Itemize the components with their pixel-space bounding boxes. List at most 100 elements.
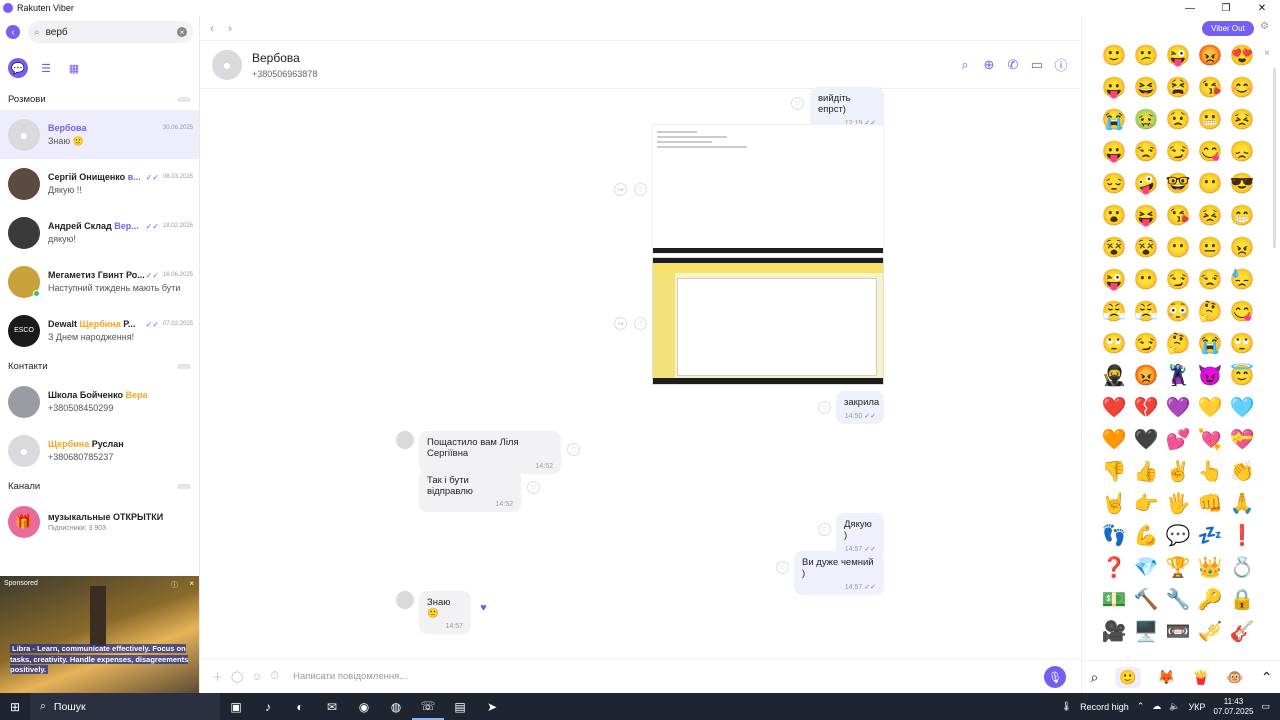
emoji-tab-icon[interactable]: 🙂 [1115, 666, 1141, 688]
emoji-option[interactable]: 🙏 [1226, 492, 1258, 516]
emoji-option[interactable]: 🔑 [1194, 588, 1226, 612]
search-icon[interactable]: ⌕ [958, 57, 972, 72]
emoji-option[interactable]: 💪 [1130, 524, 1162, 548]
like-icon[interactable]: ♡ [818, 523, 831, 536]
section-collapse-toggle[interactable] [177, 363, 191, 369]
emoji-option[interactable]: 😕 [1130, 44, 1162, 68]
emoji-option[interactable]: 👆 [1194, 460, 1226, 484]
emoji-option[interactable]: 😍 [1226, 44, 1258, 68]
emoji-option[interactable]: 🤓 [1162, 172, 1194, 196]
timer-icon[interactable]: ⏱ [271, 670, 280, 683]
emoji-option[interactable]: 😤 [1098, 300, 1130, 324]
emoji-option[interactable]: 😞 [1226, 140, 1258, 164]
chat-list-item[interactable]: ● Вербова 30.06.2025 Знаю 🙂 [0, 110, 199, 159]
message-bubble[interactable]: Ви дуже чемний ) 14:57 ✓✓ [794, 551, 884, 595]
emoji-option[interactable]: ❗ [1226, 524, 1258, 548]
viber-taskbar-icon[interactable]: ☏ [412, 693, 444, 720]
emoji-option[interactable]: 😏 [1162, 268, 1194, 292]
tiktok-icon[interactable]: ♪ [252, 693, 284, 720]
contact-list-item[interactable]: Школа Бойченко Вера +380508450299 [0, 377, 199, 426]
language-indicator[interactable]: УКР [1188, 702, 1205, 712]
emoji-option[interactable]: 👍 [1130, 460, 1162, 484]
emoji-option[interactable]: 💕 [1162, 428, 1194, 452]
search-input[interactable]: верб [46, 27, 177, 38]
info-icon[interactable]: ⓘ [1054, 58, 1068, 73]
emoji-option[interactable]: 😒 [1194, 268, 1226, 292]
emoji-option[interactable]: 👎 [1098, 460, 1130, 484]
emoji-option[interactable]: 😵 [1098, 236, 1130, 260]
emoji-option[interactable]: 😬 [1194, 108, 1226, 132]
emoji-option[interactable]: 🙂 [1098, 44, 1130, 68]
message-bubble[interactable]: Знаю 🙂 14:57 [419, 591, 471, 634]
emoji-option[interactable]: 😡 [1194, 44, 1226, 68]
like-icon[interactable]: ♡ [791, 97, 804, 110]
emoji-option[interactable]: 😇 [1226, 364, 1258, 388]
emoji-option[interactable]: 💬 [1162, 524, 1194, 548]
emoji-option[interactable]: 🎥 [1098, 620, 1130, 644]
nav-back-icon[interactable]: ‹ [210, 21, 214, 35]
emoji-option[interactable]: 💍 [1226, 556, 1258, 580]
section-collapse-toggle[interactable] [177, 483, 191, 489]
outlook-icon[interactable]: ✉ [316, 693, 348, 720]
emoji-option[interactable]: 🤔 [1194, 300, 1226, 324]
like-icon[interactable]: ♡ [527, 481, 540, 494]
telegram-icon[interactable]: ➤ [476, 693, 508, 720]
emoji-option[interactable]: 💎 [1130, 556, 1162, 580]
emoji-option[interactable]: 🖐️ [1162, 492, 1194, 516]
emoji-option[interactable]: 😟 [1162, 108, 1194, 132]
emoji-option[interactable]: 🎸 [1226, 620, 1258, 644]
emoji-option[interactable]: 🏆 [1162, 556, 1194, 580]
emoji-option[interactable]: 😭 [1098, 108, 1130, 132]
call-icon[interactable]: ✆ [1006, 57, 1020, 72]
chat-list-item[interactable]: Мегаметиз Гвинт Ро... ✓✓ 16.06.2025 Наступ… [0, 257, 199, 306]
image-attachment[interactable] [652, 257, 884, 385]
video-call-icon[interactable]: ▭ [1030, 57, 1044, 72]
message-bubble[interactable]: Так і бути відправлю 14:52 [419, 469, 521, 512]
sponsored-ad[interactable]: Sponsored ⓘ × Libra - Learn, communicate… [0, 576, 199, 693]
ad-close-icon[interactable]: × [189, 579, 194, 588]
emoji-option[interactable]: 😵 [1130, 236, 1162, 260]
message-bubble[interactable]: Пощастило вам Ліля Сергіївна 14:52 [419, 431, 561, 474]
emoji-option[interactable]: 😶 [1130, 268, 1162, 292]
emoji-option[interactable]: 😣 [1226, 108, 1258, 132]
emoji-option[interactable]: ❓ [1098, 556, 1130, 580]
chat-list-item[interactable]: Андрей Склад Вер... ✓✓ 18.02.2025 дякую! [0, 208, 199, 257]
taskbar-search[interactable]: ⌕ Пошук [30, 693, 220, 720]
emoji-option[interactable]: 🤘 [1098, 492, 1130, 516]
windows-start-icon[interactable]: ⊞ [0, 700, 30, 714]
emoji-option[interactable]: 😊 [1226, 76, 1258, 100]
contact-name[interactable]: Вербова [252, 51, 317, 65]
close-button[interactable]: ✕ [1244, 0, 1280, 16]
tray-chevron-icon[interactable]: ⌃ [1137, 701, 1145, 712]
chat-list-item[interactable]: ESCO Dewalt Щербина Р... ✓✓ 07.02.2025 З Д… [0, 306, 199, 355]
emoji-option[interactable]: 🤪 [1130, 172, 1162, 196]
emoji-option[interactable]: 👊 [1194, 492, 1226, 516]
emoji-option[interactable]: 💛 [1194, 396, 1226, 420]
sticker-pack-icon[interactable]: 🍟 [1192, 669, 1209, 686]
emoji-option[interactable]: 💜 [1162, 396, 1194, 420]
emoji-option[interactable]: 👏 [1226, 460, 1258, 484]
emoji-option[interactable]: 😡 [1130, 364, 1162, 388]
emoji-option[interactable]: 💵 [1098, 588, 1130, 612]
emoji-option[interactable]: 😘 [1162, 204, 1194, 228]
emoji-option[interactable]: 👉 [1130, 492, 1162, 516]
liked-heart-icon[interactable]: ♥ [477, 601, 490, 614]
emoji-option[interactable]: 😣 [1194, 204, 1226, 228]
contact-list-item[interactable]: ● Щербина Руслан +380680785237 [0, 426, 199, 475]
emoji-option[interactable]: ✌️ [1162, 460, 1194, 484]
channel-list-item[interactable]: 🎁 музыкальные ОТКРЫТКИ Підписники: 3 903 [0, 497, 199, 546]
emoji-option[interactable]: 👑 [1194, 556, 1226, 580]
emoji-option[interactable]: 🧡 [1098, 428, 1130, 452]
attach-icon[interactable]: ＋ [212, 669, 223, 685]
emoji-scrollbar[interactable] [1273, 68, 1276, 248]
message-input[interactable]: Написати повідомлення... [293, 671, 407, 682]
sticker-pack-icon[interactable]: 🐵 [1226, 669, 1243, 686]
search-field[interactable]: ⌕ верб × [28, 21, 193, 43]
section-collapse-toggle[interactable] [177, 96, 191, 102]
emoji-option[interactable]: 😎 [1226, 172, 1258, 196]
emoji-option[interactable]: 🤔 [1162, 332, 1194, 356]
emoji-option[interactable]: 📼 [1162, 620, 1194, 644]
emoji-option[interactable]: 😮 [1098, 204, 1130, 228]
emoji-option[interactable]: 😫 [1162, 76, 1194, 100]
sticker-search-icon[interactable]: ⌕ [1090, 669, 1098, 686]
